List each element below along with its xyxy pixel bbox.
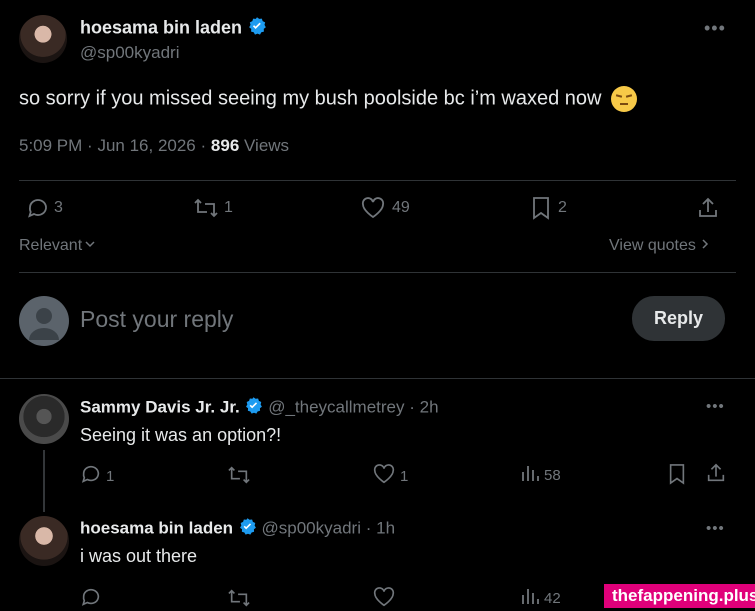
- reply-time[interactable]: 1h: [376, 518, 395, 537]
- like-count: 1: [400, 467, 409, 485]
- reply-icon: [26, 196, 50, 220]
- reply-handle[interactable]: @sp00kyadri: [262, 518, 361, 537]
- more-options-icon[interactable]: •••: [706, 398, 725, 415]
- reply-count: 1: [106, 467, 115, 485]
- more-options-icon[interactable]: •••: [706, 520, 725, 537]
- divider: [19, 272, 736, 273]
- reply-icon: [80, 463, 102, 489]
- meta-separator: ·: [87, 136, 93, 155]
- share-icon[interactable]: [705, 462, 727, 489]
- reply-header: hoesama bin laden @sp00kyadri · 1h: [80, 517, 395, 541]
- current-user-avatar: [19, 296, 69, 346]
- reply-avatar[interactable]: [19, 516, 69, 566]
- pensive-emoji: [611, 86, 638, 112]
- reply-header: Sammy Davis Jr. Jr. @_theycallmetrey · 2…: [80, 396, 439, 420]
- watermark: thefappening.plus: [604, 584, 755, 608]
- author-handle[interactable]: @sp00kyadri: [80, 43, 179, 63]
- heart-icon[interactable]: [372, 586, 396, 611]
- retweet-icon[interactable]: [226, 464, 252, 491]
- divider: [19, 180, 736, 181]
- tweet-text: so sorry if you missed seeing my bush po…: [19, 87, 602, 110]
- analytics-icon: [520, 586, 540, 610]
- chevron-right-icon: [700, 237, 710, 255]
- view-quotes-label: View quotes: [609, 237, 696, 254]
- views-label: Views: [244, 136, 290, 155]
- views-count: 896: [210, 136, 240, 155]
- tweet-date[interactable]: Jun 16, 2026: [97, 136, 195, 155]
- bookmark-count: 2: [558, 199, 567, 216]
- reply-input[interactable]: [80, 300, 600, 338]
- retweet-icon[interactable]: [226, 587, 252, 611]
- view-quotes-link[interactable]: View quotes: [609, 237, 710, 255]
- tweet-meta: 5:09 PM · Jun 16, 2026 · 896 Views: [19, 136, 289, 156]
- views-action[interactable]: 42: [520, 586, 561, 610]
- reply-button[interactable]: Reply: [632, 296, 725, 341]
- like-action[interactable]: 1: [372, 463, 408, 489]
- heart-icon: [360, 196, 386, 220]
- retweet-count: 1: [224, 199, 233, 216]
- reply-time[interactable]: 2h: [420, 397, 439, 416]
- analytics-icon: [520, 463, 540, 487]
- author-name-row[interactable]: hoesama bin laden: [80, 16, 267, 41]
- reply-text: i was out there: [80, 546, 198, 566]
- verified-badge-icon: [238, 517, 257, 541]
- meta-separator: ·: [365, 518, 372, 538]
- reply-action[interactable]: 1: [80, 463, 114, 489]
- reply-icon[interactable]: [80, 586, 102, 611]
- sort-label: Relevant: [19, 237, 83, 254]
- reply-author-name[interactable]: hoesama bin laden: [80, 518, 233, 537]
- reply-author-name[interactable]: Sammy Davis Jr. Jr.: [80, 397, 240, 416]
- author-avatar[interactable]: [19, 15, 67, 63]
- reply-action[interactable]: 3: [26, 196, 63, 220]
- tweet-time[interactable]: 5:09 PM: [19, 136, 82, 155]
- like-count: 49: [392, 199, 410, 216]
- retweet-icon: [192, 196, 220, 220]
- thread-line: [43, 450, 45, 512]
- bookmark-action[interactable]: 2: [530, 196, 567, 220]
- verified-badge-icon: [244, 396, 263, 420]
- retweet-action[interactable]: 1: [192, 196, 233, 220]
- meta-separator: ·: [409, 397, 415, 417]
- reply-avatar[interactable]: [19, 394, 69, 444]
- author-name[interactable]: hoesama bin laden: [80, 17, 242, 37]
- reply-count: 3: [54, 199, 63, 216]
- heart-icon: [372, 463, 396, 489]
- like-action[interactable]: 49: [360, 196, 410, 220]
- sort-dropdown[interactable]: Relevant: [19, 237, 96, 255]
- share-icon[interactable]: [696, 196, 720, 220]
- bookmark-icon: [530, 196, 552, 220]
- tweet-text-row: so sorry if you missed seeing my bush po…: [19, 86, 638, 112]
- chevron-down-icon: [84, 237, 96, 255]
- reply-text: Seeing it was an option?!: [80, 425, 282, 445]
- reply-handle[interactable]: @_theycallmetrey: [268, 397, 404, 416]
- verified-badge-icon: [247, 16, 267, 41]
- views-action[interactable]: 58: [520, 463, 561, 487]
- views-count: 58: [544, 466, 561, 484]
- divider: [0, 378, 755, 379]
- more-options-icon[interactable]: •••: [704, 18, 726, 39]
- bookmark-icon[interactable]: [667, 463, 687, 490]
- views-count: 42: [544, 589, 561, 607]
- meta-separator: ·: [200, 136, 207, 155]
